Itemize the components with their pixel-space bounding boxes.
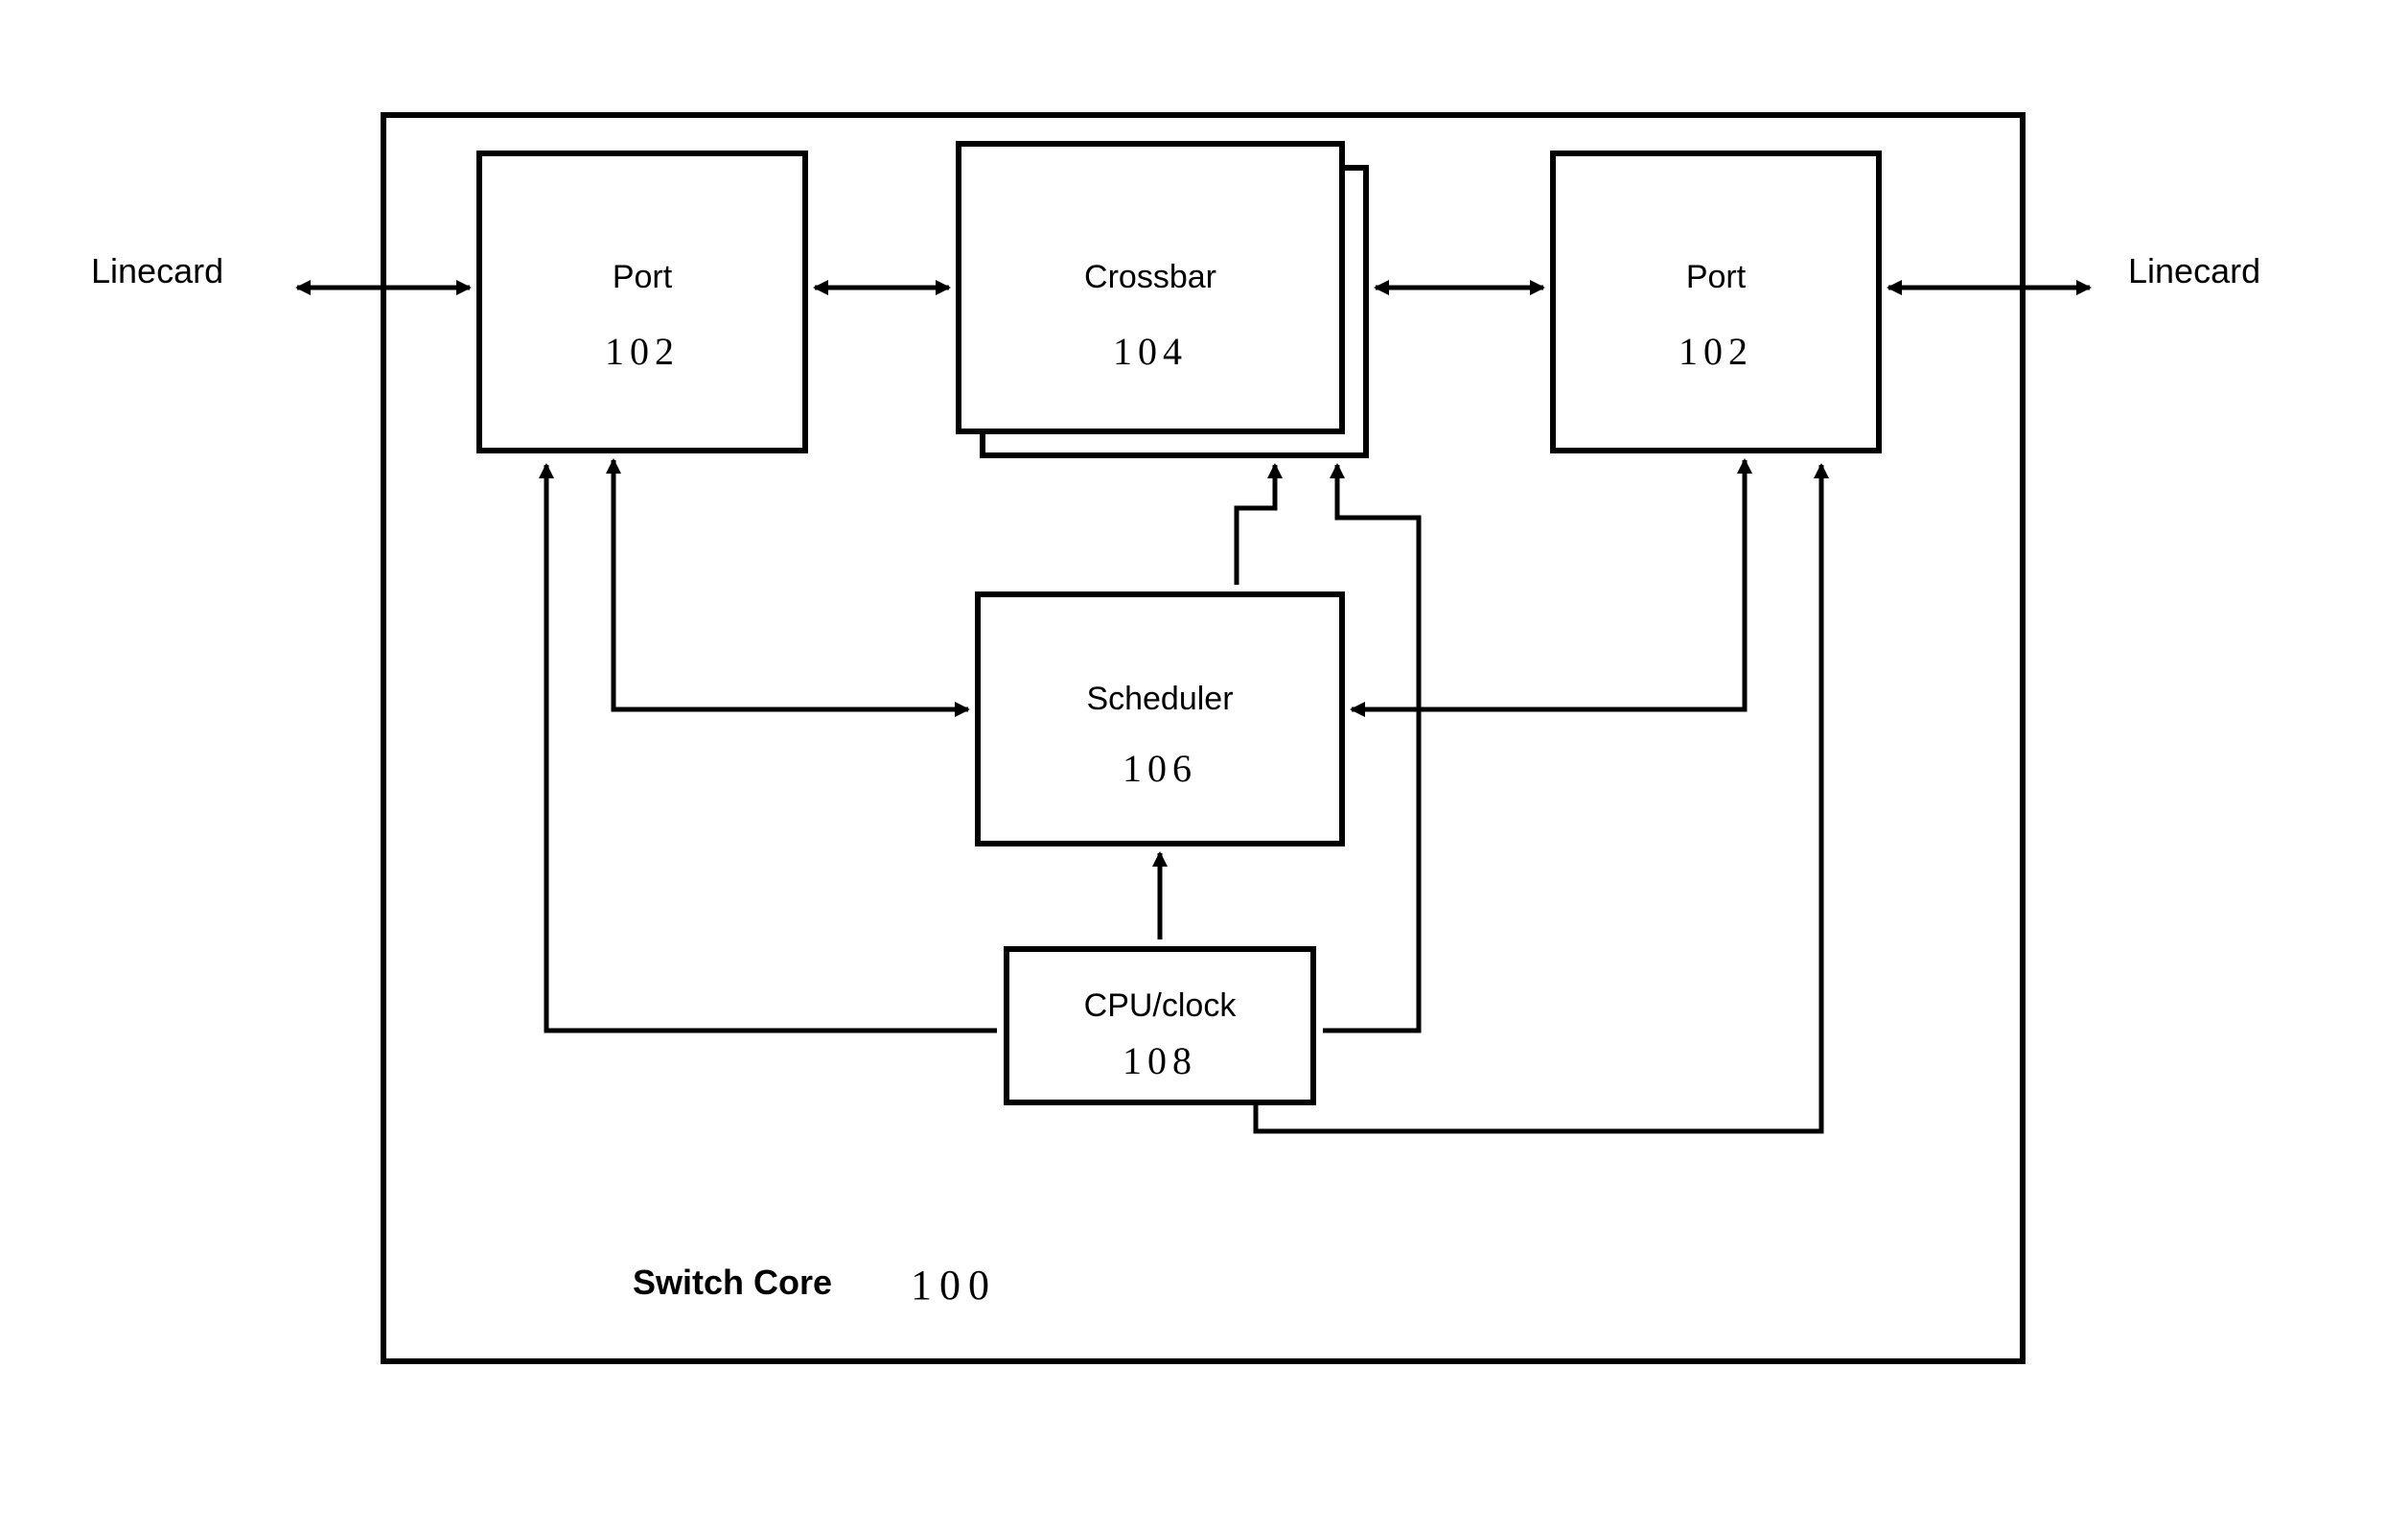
arrow-port-left-scheduler [614,460,968,709]
scheduler-label: Scheduler [1086,681,1233,717]
port-right-label: Port [1686,259,1747,295]
port-left-number: 102 [605,330,680,373]
crossbar-number: 104 [1113,330,1188,373]
switch-core-diagram: Linecard Linecard Port 102 Crossbar 104 … [0,0,2408,1530]
port-left-box [479,153,805,451]
linecard-right-label: Linecard [2128,251,2260,290]
switch-core-label: Switch Core [633,1263,832,1302]
switch-core-number: 100 [911,1262,997,1309]
scheduler-box [978,594,1342,844]
port-right-number: 102 [1679,330,1753,373]
port-right-box [1553,153,1879,451]
arrow-cpu-crossbar [1323,465,1419,1031]
cpu-clock-number: 108 [1123,1039,1197,1082]
scheduler-number: 106 [1123,747,1197,790]
linecard-left-label: Linecard [91,251,223,290]
arrow-scheduler-crossbar [1237,465,1275,585]
port-left-label: Port [613,259,673,295]
cpu-clock-label: CPU/clock [1084,987,1238,1024]
arrow-port-right-scheduler [1352,460,1745,709]
crossbar-label: Crossbar [1084,259,1216,295]
